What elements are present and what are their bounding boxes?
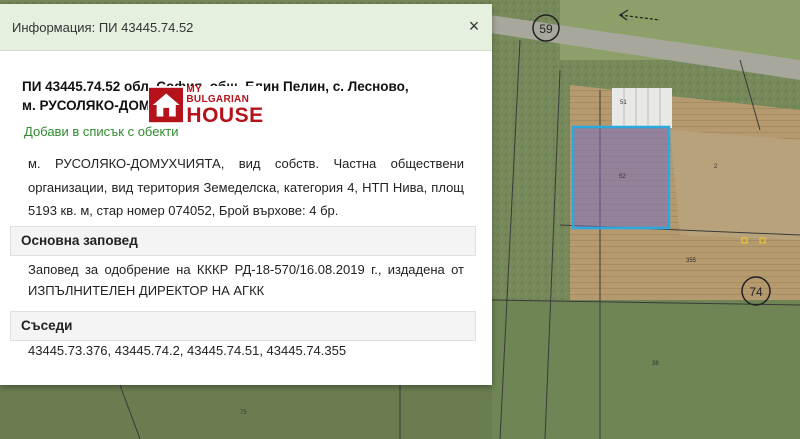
block-number-label: 74: [749, 285, 763, 299]
parcel-label: 52: [619, 174, 626, 180]
logo-text-small: MY BULGARIAN: [186, 83, 250, 105]
add-to-list-link[interactable]: Добави в списък с обекти: [24, 124, 179, 139]
parcel-label: 355: [686, 258, 697, 264]
info-panel: Информация: ПИ 43445.74.52 × ПИ 43445.74…: [0, 4, 492, 385]
order-section-heading: Основна заповед: [10, 226, 476, 256]
logo-text-big: HOUSE: [186, 103, 264, 127]
neighbours-section-heading: Съседи: [10, 311, 476, 341]
parcel-label: 75: [240, 410, 247, 416]
field-area: [670, 130, 800, 240]
panel-header: Информация: ПИ 43445.74.52 ×: [0, 4, 492, 51]
close-button[interactable]: ×: [464, 16, 484, 36]
house-logo-icon: [149, 87, 184, 123]
panel-title: Информация: ПИ 43445.74.52: [12, 19, 194, 35]
order-text: Заповед за одобрение на КККР РД-18-570/1…: [28, 262, 464, 298]
brand-logo: MY BULGARIAN HOUSE: [148, 83, 264, 127]
parcel-label: 51: [620, 100, 627, 106]
road-number-label: 59: [539, 22, 553, 36]
parcel-description: м. РУСОЛЯКО-ДОМУХЧИЯТА, вид собств. Част…: [28, 156, 464, 218]
field-area: [492, 300, 800, 439]
neighbours-text: 43445.73.376, 43445.74.2, 43445.74.51, 4…: [28, 343, 347, 358]
parcel-label: 38: [652, 361, 659, 367]
greenhouse: [612, 88, 672, 128]
